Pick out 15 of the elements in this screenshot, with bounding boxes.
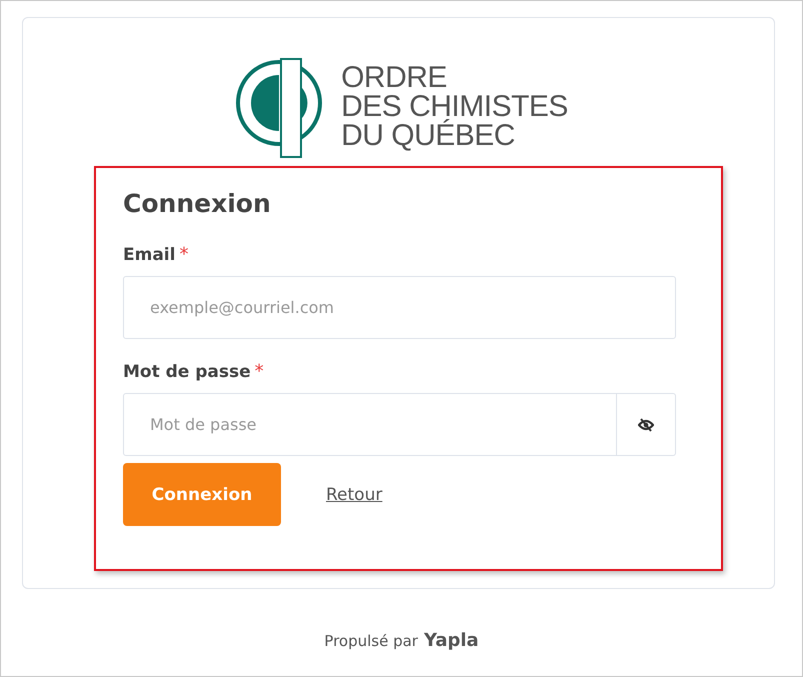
eye-slash-icon	[638, 418, 654, 432]
field-label: Mot de passe	[123, 362, 251, 382]
form-title: Connexion	[123, 188, 272, 220]
logo-text: DU QUÉBEC	[341, 120, 515, 150]
required-mark: *	[254, 361, 264, 382]
logo-text: DES CHIMISTES	[341, 92, 568, 120]
back-link[interactable]: Retour	[326, 484, 382, 504]
brand-logo-text: Yapla	[424, 630, 479, 651]
field-label: Email	[123, 245, 176, 265]
visibility-toggle-button[interactable]	[617, 393, 676, 456]
logo-text: ORDRE	[341, 62, 447, 92]
required-mark: *	[179, 244, 188, 265]
powered-by-text: Propulsé par	[324, 632, 418, 650]
password-field[interactable]: Mot de passe	[123, 393, 617, 456]
email-field[interactable]: exemple@courriel.com	[123, 276, 676, 339]
